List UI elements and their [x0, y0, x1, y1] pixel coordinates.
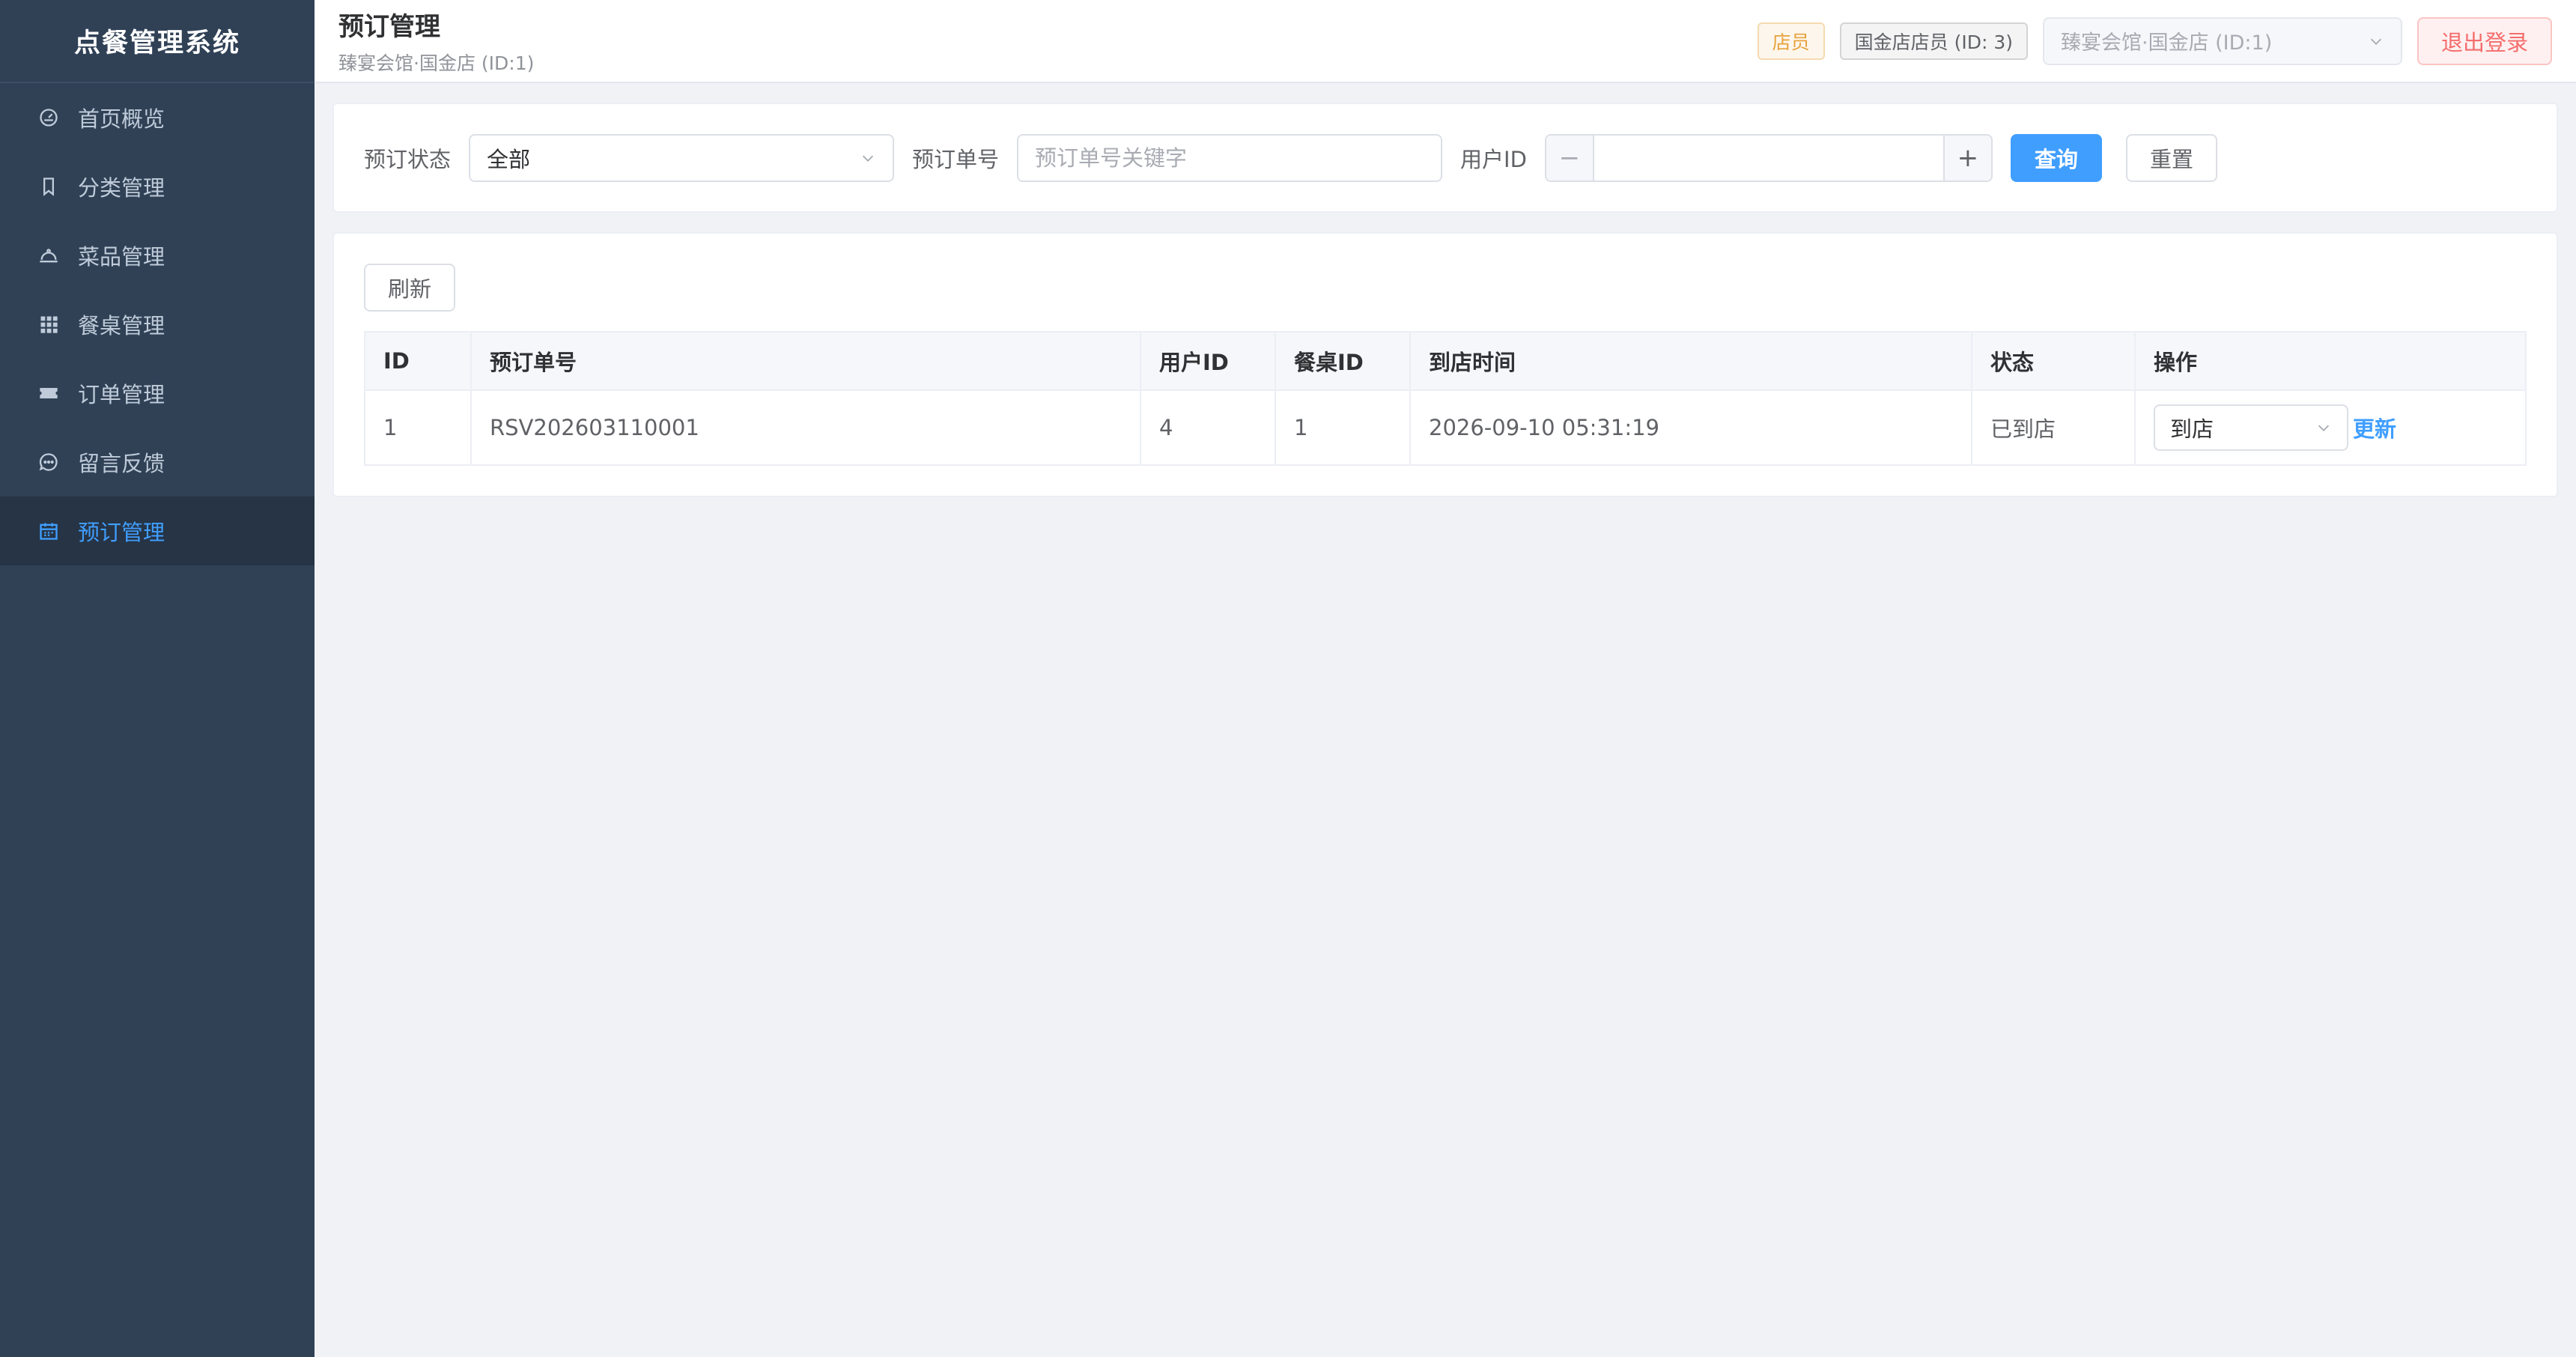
header-titles: 预订管理 臻宴会馆·国金店 (ID:1) [338, 6, 534, 76]
column-header: 预订单号 [470, 331, 1141, 391]
sidebar-item-label: 预订管理 [78, 520, 165, 545]
status-filter-label: 预订状态 [364, 146, 452, 172]
column-header: 用户ID [1140, 331, 1276, 391]
main-area: 预订管理 臻宴会馆·国金店 (ID:1) 店员 国金店店员 (ID: 3) 臻宴… [315, 0, 2576, 1357]
column-header: 餐桌ID [1275, 331, 1411, 391]
chevron-down-icon [2370, 38, 2382, 45]
cell-reservation-no: RSV202603110001 [470, 389, 1141, 466]
decrement-button[interactable]: − [1546, 135, 1594, 180]
cell-status: 已到店 [1971, 389, 2136, 466]
store-select-value: 臻宴会馆·国金店 (ID:1) [2060, 31, 2273, 55]
cell-actions: 到店 更新 [2134, 389, 2527, 466]
user-id-stepper: − + [1544, 133, 1993, 182]
column-header: ID [364, 331, 472, 391]
ticket-icon [37, 382, 60, 404]
app-title: 点餐管理系统 [0, 0, 315, 83]
sidebar: 点餐管理系统 首页概览 分类管理 菜品管理 餐桌管理 订单管理 留言反馈 预订管… [0, 0, 315, 1357]
user-id-input[interactable] [1594, 135, 1943, 180]
cell-user-id: 4 [1140, 389, 1276, 466]
sidebar-item-orders[interactable]: 订单管理 [0, 359, 315, 428]
reset-button[interactable]: 重置 [2125, 133, 2217, 182]
sidebar-menu: 首页概览 分类管理 菜品管理 餐桌管理 订单管理 留言反馈 预订管理 [0, 83, 315, 565]
app-root: 点餐管理系统 首页概览 分类管理 菜品管理 餐桌管理 订单管理 留言反馈 预订管… [0, 0, 2576, 1357]
sidebar-item-label: 订单管理 [78, 382, 165, 407]
filter-panel: 预订状态 全部 预订单号 用户ID − + 查询 重置 [332, 103, 2558, 213]
cell-table-id: 1 [1275, 389, 1411, 466]
user-badge: 国金店店员 (ID: 3) [1839, 22, 2028, 60]
top-header: 预订管理 臻宴会馆·国金店 (ID:1) 店员 国金店店员 (ID: 3) 臻宴… [315, 0, 2576, 83]
update-link[interactable]: 更新 [2353, 412, 2396, 443]
order-no-input[interactable] [1017, 133, 1443, 182]
status-change-value: 到店 [2170, 416, 2214, 442]
dashboard-icon [37, 106, 60, 129]
sidebar-item-tables[interactable]: 餐桌管理 [0, 290, 315, 359]
query-button[interactable]: 查询 [2010, 133, 2102, 182]
page-subtitle: 臻宴会馆·国金店 (ID:1) [338, 52, 535, 74]
sidebar-item-feedback[interactable]: 留言反馈 [0, 428, 315, 497]
calendar-icon [37, 520, 60, 542]
column-header: 状态 [1971, 331, 2136, 391]
sidebar-item-label: 首页概览 [78, 106, 165, 132]
store-select[interactable]: 臻宴会馆·国金店 (ID:1) [2042, 16, 2402, 65]
sidebar-item-label: 餐桌管理 [78, 313, 165, 339]
status-filter-select[interactable]: 全部 [469, 133, 895, 182]
page-title: 预订管理 [338, 12, 440, 42]
status-filter-value: 全部 [487, 146, 531, 172]
role-badge: 店员 [1757, 22, 1825, 60]
sidebar-item-label: 分类管理 [78, 175, 165, 201]
sidebar-item-dashboard[interactable]: 首页概览 [0, 83, 315, 152]
column-header: 操作 [2134, 331, 2527, 391]
status-change-select[interactable]: 到店 [2154, 404, 2348, 451]
sidebar-item-label: 留言反馈 [78, 451, 165, 476]
table-row: 1 RSV202603110001 4 1 2026-09-10 05:31:1… [364, 389, 2527, 466]
reservation-table: ID 预订单号 用户ID 餐桌ID 到店时间 状态 操作 1 RSV202603 [364, 331, 2527, 466]
column-header: 到店时间 [1409, 331, 1972, 391]
user-id-label: 用户ID [1460, 146, 1527, 172]
logout-button[interactable]: 退出登录 [2416, 16, 2552, 65]
sidebar-item-label: 菜品管理 [78, 244, 165, 270]
grid-icon [37, 313, 60, 336]
dish-cover-icon [37, 244, 60, 267]
chevron-down-icon [862, 155, 874, 162]
cell-arrival-time: 2026-09-10 05:31:19 [1409, 389, 1972, 466]
content-area: 预订状态 全部 预订单号 用户ID − + 查询 重置 刷新 [315, 83, 2576, 1357]
sidebar-item-reservations[interactable]: 预订管理 [0, 497, 315, 565]
chat-bubble-icon [37, 451, 60, 473]
order-no-label: 预订单号 [912, 146, 1000, 172]
increment-button[interactable]: + [1942, 135, 1991, 180]
header-actions: 店员 国金店店员 (ID: 3) 臻宴会馆·国金店 (ID:1) 退出登录 [1757, 16, 2552, 65]
table-header-row: ID 预订单号 用户ID 餐桌ID 到店时间 状态 操作 [364, 331, 2527, 391]
table-panel: 刷新 ID 预订单号 用户ID 餐桌ID 到店时间 状态 操作 1 RSV202… [332, 232, 2558, 497]
sidebar-item-categories[interactable]: 分类管理 [0, 152, 315, 221]
sidebar-item-dishes[interactable]: 菜品管理 [0, 221, 315, 290]
actions-wrapper: 到店 更新 [2154, 391, 2507, 464]
cell-id: 1 [364, 389, 472, 466]
chevron-down-icon [2318, 425, 2330, 431]
bookmark-icon [37, 175, 60, 198]
refresh-button[interactable]: 刷新 [364, 264, 456, 312]
